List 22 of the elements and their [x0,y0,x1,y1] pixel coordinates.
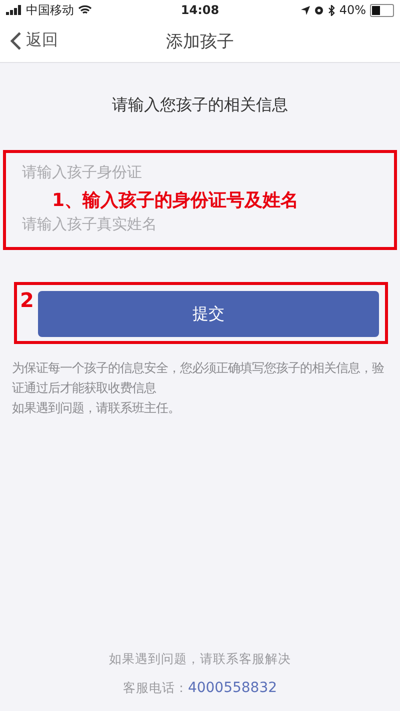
annotation-label: 2 [20,288,34,312]
notice-text: 为保证每一个孩子的信息安全，您必须正确填写您孩子的相关信息，验证通过后才能获取收费信息 [12,359,385,397]
help-text: 如果遇到问题，请联系客服解决 [109,651,291,668]
page-title: 添加孩子 [166,30,234,52]
annotation-label: 1、输入孩子的身份证号及姓名 [52,189,299,212]
chevron-left-icon [10,30,22,50]
wifi-icon [78,5,92,15]
section-heading: 请输入您孩子的相关信息 [111,95,289,116]
battery-percent: 40% [339,3,366,17]
phone-link[interactable]: 4000558832 [188,680,278,697]
status-time: 14:08 [180,3,220,17]
bluetooth-icon [328,4,336,16]
notice-text: 如果遇到问题，请联系班主任。 [12,399,181,417]
signal-icon [6,5,22,15]
carrier-name: 中国移动 [26,2,74,18]
input-field[interactable]: 请输入孩子真实姓名 [22,215,378,233]
submit-button[interactable]: 提交 [38,291,379,337]
location-icon [301,6,310,14]
back-button[interactable]: 返回 [10,30,58,51]
input-field[interactable]: 请输入孩子身份证 [22,163,378,181]
phone-label: 客服电话： [122,680,188,697]
battery-icon [370,4,394,16]
